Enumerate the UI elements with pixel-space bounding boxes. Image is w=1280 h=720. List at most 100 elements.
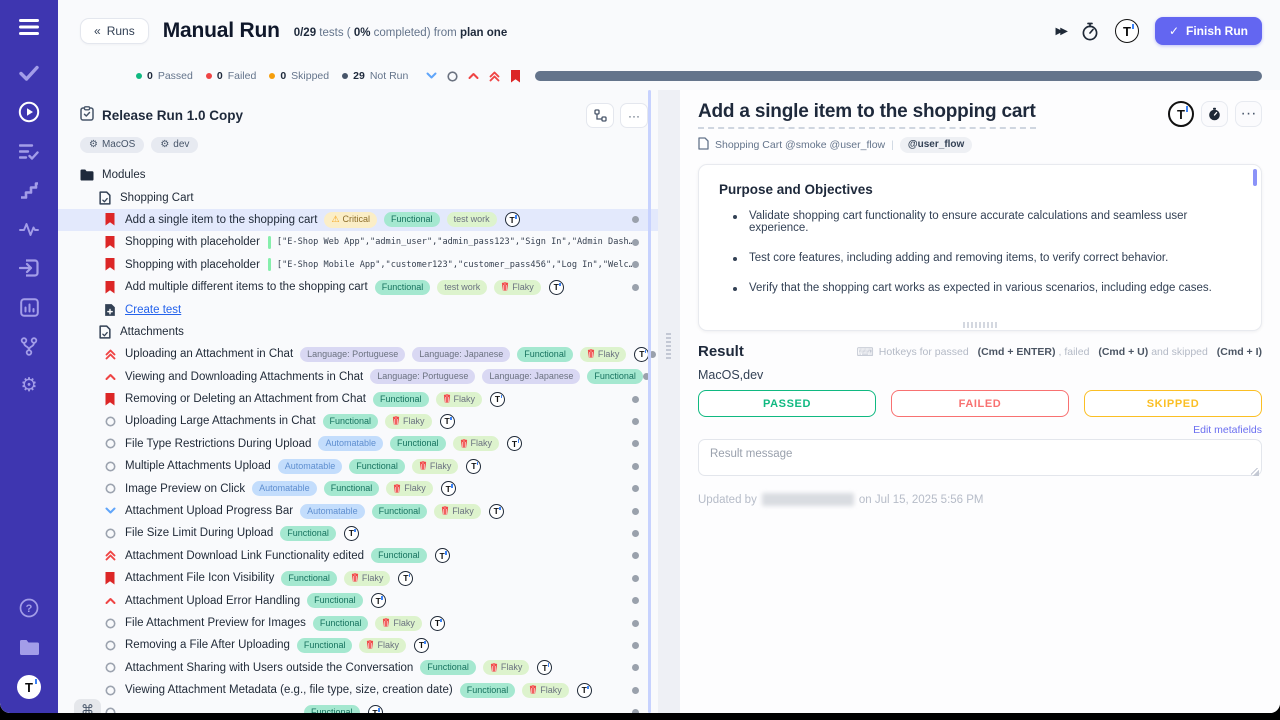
test-row[interactable]: Shopping with placeholder["E-Shop Web Ap… xyxy=(58,231,658,253)
row-status-dot[interactable] xyxy=(632,284,639,291)
branch-icon[interactable] xyxy=(18,335,40,357)
row-status-dot[interactable] xyxy=(632,508,639,515)
import-icon[interactable] xyxy=(18,257,40,279)
create-test-link[interactable]: Create test xyxy=(58,298,658,320)
t-badge-icon[interactable]: T xyxy=(414,638,429,653)
row-status-dot[interactable] xyxy=(632,396,639,403)
t-badge-icon[interactable]: T xyxy=(440,414,455,429)
test-row[interactable]: Multiple Attachments UploadAutomatableFu… xyxy=(58,455,658,477)
description-scrollbar[interactable] xyxy=(1253,169,1257,186)
filter-chevron-down-icon[interactable] xyxy=(426,72,437,80)
row-status-dot[interactable] xyxy=(632,463,639,470)
test-more-button[interactable]: ··· xyxy=(1235,101,1262,127)
textarea-resize-icon[interactable] xyxy=(1251,468,1259,476)
row-status-dot[interactable] xyxy=(632,642,639,649)
tree-folder-row[interactable]: Modules xyxy=(58,164,658,186)
run-tag[interactable]: ⚙MacOS xyxy=(80,137,144,153)
result-message-input[interactable] xyxy=(698,439,1262,476)
t-badge-icon[interactable]: T xyxy=(466,459,481,474)
t-badge-icon[interactable]: T xyxy=(371,593,386,608)
plans-list-icon[interactable] xyxy=(18,140,40,162)
menu-icon[interactable] xyxy=(18,16,40,38)
row-status-dot[interactable] xyxy=(632,485,639,492)
t-badge-icon[interactable]: T xyxy=(435,548,450,563)
test-row[interactable]: Attachment File Icon VisibilityFunctiona… xyxy=(58,567,658,589)
tree-view-button[interactable] xyxy=(586,103,614,128)
back-to-runs-button[interactable]: « Runs xyxy=(80,18,149,44)
test-row[interactable]: Attachment Download Link Functionality e… xyxy=(58,545,658,567)
pulse-icon[interactable] xyxy=(18,218,40,240)
t-badge-icon[interactable]: T xyxy=(537,660,552,675)
test-row[interactable]: Uploading Large Attachments in ChatFunct… xyxy=(58,410,658,432)
breadcrumb[interactable]: Shopping Cart @smoke @user_flow xyxy=(715,139,885,151)
description-resize-handle[interactable] xyxy=(963,322,997,328)
test-row[interactable]: File Type Restrictions During UploadAuto… xyxy=(58,433,658,455)
test-row[interactable]: Viewing Attachment Metadata (e.g., file … xyxy=(58,679,658,701)
row-status-dot[interactable] xyxy=(632,709,639,713)
test-row[interactable]: File Size Limit During UploadFunctionalT xyxy=(58,522,658,544)
test-row[interactable]: FunctionalT xyxy=(58,701,658,713)
timer-icon[interactable] xyxy=(1081,22,1099,41)
test-t-badge[interactable]: T xyxy=(1168,101,1194,127)
reports-chart-icon[interactable] xyxy=(18,296,40,318)
tree-suite-row[interactable]: Attachments xyxy=(58,321,658,343)
test-row[interactable]: Add a single item to the shopping cart⚠C… xyxy=(58,209,658,231)
tests-check-icon[interactable] xyxy=(18,62,40,84)
settings-gear-icon[interactable]: ⚙ xyxy=(18,374,40,396)
failed-button[interactable]: FAILED xyxy=(891,390,1069,417)
testomat-logo[interactable]: T xyxy=(17,675,41,699)
t-badge-icon[interactable]: T xyxy=(505,212,520,227)
run-tag[interactable]: ⚙dev xyxy=(151,137,198,153)
t-badge-icon[interactable]: T xyxy=(490,392,505,407)
passed-button[interactable]: PASSED xyxy=(698,390,876,417)
test-row[interactable]: File Attachment Preview for ImagesFuncti… xyxy=(58,612,658,634)
row-status-dot[interactable] xyxy=(632,575,639,582)
divider-drag-handle[interactable] xyxy=(666,333,671,361)
filter-chevron-up-icon[interactable] xyxy=(468,72,479,80)
t-badge-icon[interactable]: T xyxy=(430,616,445,631)
row-status-dot[interactable] xyxy=(632,440,639,447)
row-status-dot[interactable] xyxy=(632,261,639,268)
t-badge-icon[interactable]: T xyxy=(507,436,522,451)
test-row[interactable]: Image Preview on ClickAutomatableFunctio… xyxy=(58,477,658,499)
t-badge-icon[interactable]: T xyxy=(549,280,564,295)
row-status-dot[interactable] xyxy=(632,620,639,627)
row-status-dot[interactable] xyxy=(632,687,639,694)
test-row[interactable]: Attachment Upload Progress BarAutomatabl… xyxy=(58,500,658,522)
assignee-t-avatar[interactable]: T xyxy=(1115,19,1139,43)
projects-folder-icon[interactable] xyxy=(18,636,40,658)
edit-metafields-link[interactable]: Edit metafields xyxy=(698,424,1262,436)
t-badge-icon[interactable]: T xyxy=(368,705,383,713)
test-row[interactable]: Uploading an Attachment in ChatLanguage:… xyxy=(58,343,658,365)
tree-suite-row[interactable]: Shopping Cart xyxy=(58,186,658,208)
help-icon[interactable]: ? xyxy=(18,597,40,619)
test-row[interactable]: Shopping with placeholder["E-Shop Mobile… xyxy=(58,254,658,276)
skipped-button[interactable]: SKIPPED xyxy=(1084,390,1262,417)
row-status-dot[interactable] xyxy=(632,216,639,223)
test-row[interactable]: Attachment Sharing with Users outside th… xyxy=(58,657,658,679)
timer-button[interactable] xyxy=(1201,101,1228,127)
filter-bookmark-icon[interactable] xyxy=(510,70,521,83)
test-row[interactable]: Removing or Deleting an Attachment from … xyxy=(58,388,658,410)
steps-icon[interactable] xyxy=(18,179,40,201)
tag-user-flow[interactable]: @user_flow xyxy=(900,137,972,153)
test-title[interactable]: Add a single item to the shopping cart xyxy=(698,101,1036,129)
runs-play-icon[interactable] xyxy=(18,101,40,123)
list-scrollbar[interactable] xyxy=(648,90,651,713)
row-status-dot[interactable] xyxy=(632,597,639,604)
t-badge-icon[interactable]: T xyxy=(489,504,504,519)
t-badge-icon[interactable]: T xyxy=(577,683,592,698)
more-options-button[interactable]: ··· xyxy=(620,103,648,128)
filter-circle-icon[interactable] xyxy=(447,71,458,82)
t-badge-icon[interactable]: T xyxy=(398,571,413,586)
filter-double-chevron-up-icon[interactable] xyxy=(489,71,500,82)
row-status-dot[interactable] xyxy=(632,664,639,671)
t-badge-icon[interactable]: T xyxy=(441,481,456,496)
test-row[interactable]: Add multiple different items to the shop… xyxy=(58,276,658,298)
t-badge-icon[interactable]: T xyxy=(344,526,359,541)
command-key-icon[interactable]: ⌘ xyxy=(74,699,101,713)
test-row[interactable]: Removing a File After UploadingFunctiona… xyxy=(58,634,658,656)
row-status-dot[interactable] xyxy=(632,239,639,246)
test-row[interactable]: Viewing and Downloading Attachments in C… xyxy=(58,366,658,388)
test-row[interactable]: Attachment Upload Error HandlingFunction… xyxy=(58,589,658,611)
